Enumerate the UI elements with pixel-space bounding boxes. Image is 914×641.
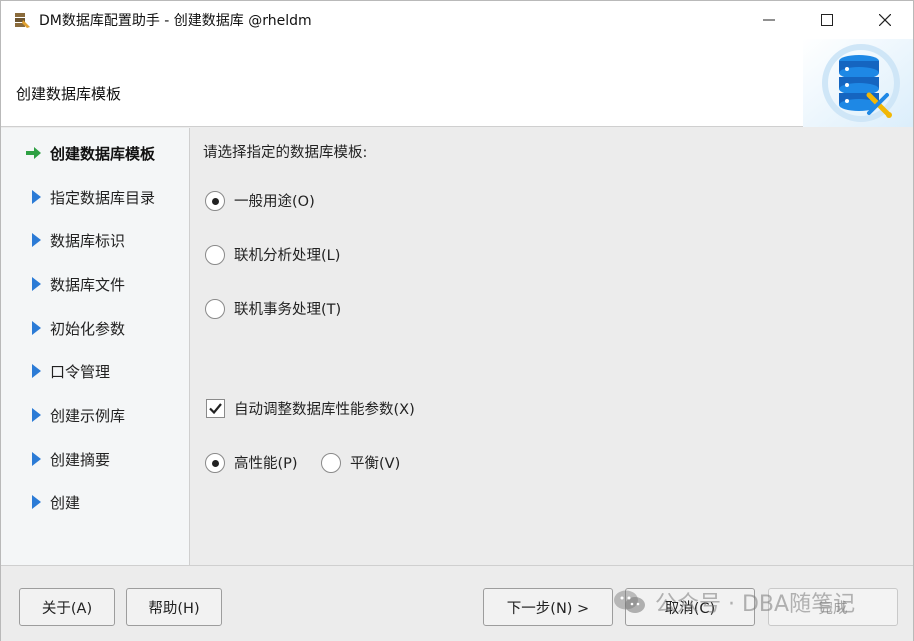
radio-olap[interactable]: 联机分析处理(L)	[205, 244, 340, 265]
radio-balanced[interactable]: 平衡(V)	[321, 452, 400, 473]
step-database-directory[interactable]: 指定数据库目录	[1, 182, 189, 212]
sidebar-item-label: 创建	[50, 494, 81, 512]
finish-button: 完成	[768, 588, 898, 626]
button-bar: 关于(A) 帮助(H) 下一步(N) > 取消(C) 完成 公众号 · DBA随…	[1, 565, 913, 641]
blue-triangle-icon	[32, 452, 41, 466]
app-icon	[15, 13, 30, 28]
radio-high-performance[interactable]: 高性能(P)	[205, 452, 298, 473]
step-sample-database[interactable]: 创建示例库	[1, 400, 189, 430]
minimize-icon	[763, 19, 775, 21]
sidebar-item-label: 创建数据库模板	[50, 145, 156, 163]
radio-general-purpose[interactable]: 一般用途(O)	[205, 190, 315, 211]
wizard-step-list: 创建数据库模板 指定数据库目录 数据库标识 数据库文件 初始化参数 口令管理 创…	[1, 128, 190, 565]
about-button[interactable]: 关于(A)	[19, 588, 115, 626]
step-database-identity[interactable]: 数据库标识	[1, 225, 189, 255]
maximize-button[interactable]	[797, 1, 857, 39]
sidebar-item-label: 创建摘要	[50, 451, 111, 469]
radio-label: 联机分析处理(L)	[234, 248, 341, 264]
step-summary[interactable]: 创建摘要	[1, 444, 189, 474]
close-button[interactable]	[855, 1, 914, 39]
cancel-button[interactable]: 取消(C)	[625, 588, 755, 626]
blue-triangle-icon	[32, 277, 41, 291]
radio-button[interactable]	[205, 452, 225, 473]
step-create-template[interactable]: 创建数据库模板	[1, 138, 189, 168]
step-password-management[interactable]: 口令管理	[1, 356, 189, 386]
radio-button[interactable]	[321, 452, 341, 473]
blue-triangle-icon	[32, 364, 41, 378]
step-database-files[interactable]: 数据库文件	[1, 269, 189, 299]
radio-label: 平衡(V)	[350, 456, 401, 472]
sidebar-item-label: 初始化参数	[50, 320, 126, 338]
template-prompt: 请选择指定的数据库模板:	[203, 145, 368, 161]
blue-triangle-icon	[32, 495, 41, 509]
title-bar: DM数据库配置助手 - 创建数据库 @rheldm	[1, 1, 913, 39]
checkbox[interactable]	[206, 399, 225, 418]
radio-label: 高性能(P)	[234, 456, 298, 472]
next-button[interactable]: 下一步(N) >	[483, 588, 613, 626]
sidebar-item-label: 数据库标识	[50, 232, 126, 250]
help-button[interactable]: 帮助(H)	[126, 588, 222, 626]
minimize-button[interactable]	[739, 1, 799, 39]
step-init-params[interactable]: 初始化参数	[1, 313, 189, 343]
maximize-icon	[821, 14, 833, 26]
radio-oltp[interactable]: 联机事务处理(T)	[205, 298, 341, 319]
sidebar-item-label: 指定数据库目录	[50, 189, 156, 207]
radio-label: 联机事务处理(T)	[234, 302, 342, 318]
close-icon	[879, 14, 891, 26]
blue-triangle-icon	[32, 321, 41, 335]
radio-button[interactable]	[205, 244, 225, 265]
blue-triangle-icon	[32, 233, 41, 247]
sidebar-item-label: 口令管理	[50, 363, 111, 381]
auto-tune-checkbox[interactable]: 自动调整数据库性能参数(X)	[206, 398, 415, 419]
blue-triangle-icon	[32, 408, 41, 422]
step-create[interactable]: 创建	[1, 487, 189, 517]
radio-label: 一般用途(O)	[234, 194, 315, 210]
radio-button[interactable]	[205, 190, 225, 211]
window-title: DM数据库配置助手 - 创建数据库 @rheldm	[39, 13, 312, 29]
page-title: 创建数据库模板	[16, 85, 122, 103]
main-panel: 请选择指定的数据库模板: 一般用途(O) 联机分析处理(L) 联机事务处理(T)…	[191, 128, 913, 565]
green-arrow-icon	[26, 147, 41, 159]
dialog-window: DM数据库配置助手 - 创建数据库 @rheldm 创建数据库模板 创建数据库模…	[0, 0, 914, 641]
sidebar-item-label: 数据库文件	[50, 276, 126, 294]
check-icon	[209, 403, 222, 415]
sidebar-item-label: 创建示例库	[50, 407, 126, 425]
header-banner: 创建数据库模板	[1, 39, 913, 127]
blue-triangle-icon	[32, 190, 41, 204]
database-config-icon	[803, 39, 913, 127]
radio-button[interactable]	[205, 298, 225, 319]
checkbox-label: 自动调整数据库性能参数(X)	[234, 402, 415, 418]
